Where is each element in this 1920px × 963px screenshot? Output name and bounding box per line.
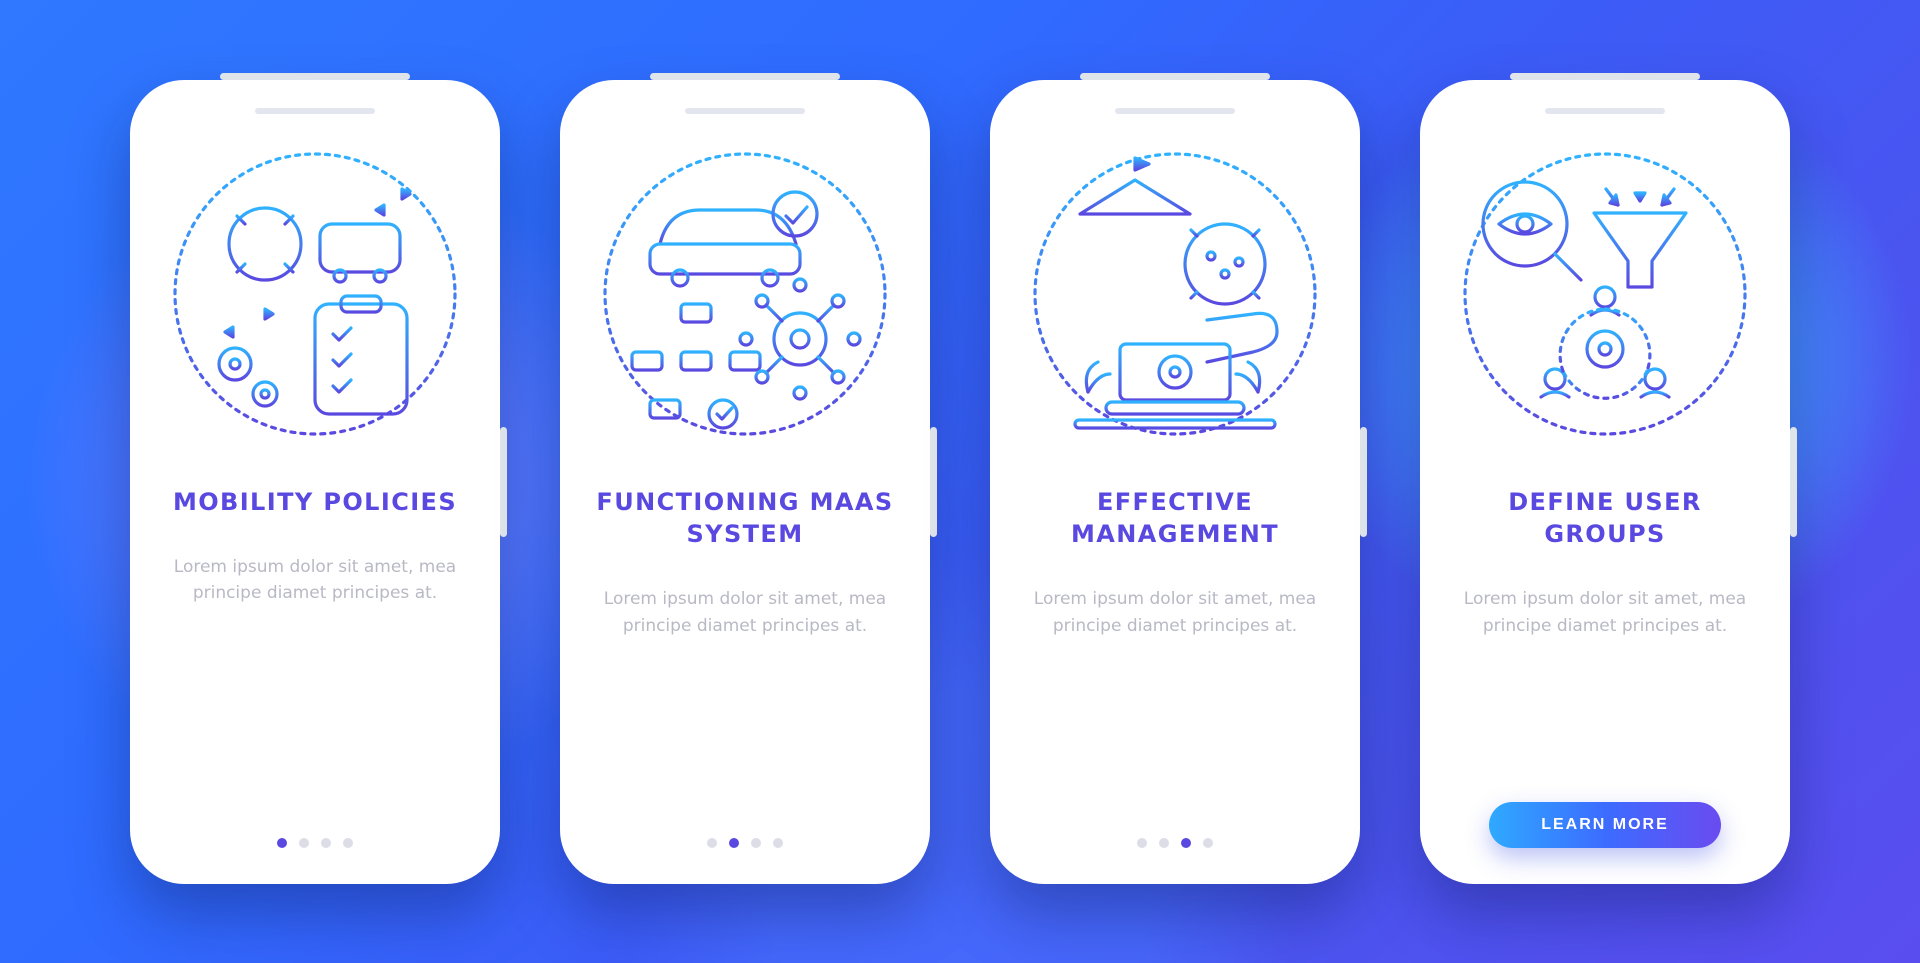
page-dot[interactable]: [1159, 838, 1169, 848]
page-dot[interactable]: [277, 838, 287, 848]
phone-notch: [685, 108, 805, 114]
mobility-policies-icon: [165, 144, 465, 444]
page-dot[interactable]: [751, 838, 761, 848]
onboarding-screen-mobility-policies: MOBILITY POLICIES Lorem ipsum dolor sit …: [130, 80, 500, 884]
page-dot[interactable]: [1137, 838, 1147, 848]
effective-management-icon: [1025, 144, 1325, 444]
page-dot[interactable]: [1181, 838, 1191, 848]
screen-title: MOBILITY POLICIES: [173, 486, 457, 518]
onboarding-screen-effective-management: EFFECTIVE MANAGEMENT Lorem ipsum dolor s…: [990, 80, 1360, 884]
screen-description: Lorem ipsum dolor sit amet, mea principe…: [584, 586, 906, 639]
screen-description: Lorem ipsum dolor sit amet, mea principe…: [154, 554, 476, 607]
page-dot[interactable]: [1203, 838, 1213, 848]
screen-title: DEFINE USER GROUPS: [1444, 486, 1766, 551]
screen-description: Lorem ipsum dolor sit amet, mea principe…: [1014, 586, 1336, 639]
phone-notch: [1115, 108, 1235, 114]
page-indicator: [1137, 838, 1213, 848]
learn-more-button[interactable]: LEARN MORE: [1489, 802, 1721, 848]
page-dot[interactable]: [343, 838, 353, 848]
screen-title: FUNCTIONING MAAS SYSTEM: [584, 486, 906, 551]
define-user-groups-icon: [1455, 144, 1755, 444]
onboarding-screen-define-user-groups: DEFINE USER GROUPS Lorem ipsum dolor sit…: [1420, 80, 1790, 884]
functioning-maas-icon: [595, 144, 895, 444]
onboarding-carousel-stage: MOBILITY POLICIES Lorem ipsum dolor sit …: [0, 0, 1920, 963]
page-indicator: [277, 838, 353, 848]
onboarding-screen-functioning-maas: FUNCTIONING MAAS SYSTEM Lorem ipsum dolo…: [560, 80, 930, 884]
page-dot[interactable]: [299, 838, 309, 848]
phone-notch: [255, 108, 375, 114]
screen-description: Lorem ipsum dolor sit amet, mea principe…: [1444, 586, 1766, 639]
screen-title: EFFECTIVE MANAGEMENT: [1014, 486, 1336, 551]
page-dot[interactable]: [321, 838, 331, 848]
page-indicator: [707, 838, 783, 848]
page-dot[interactable]: [773, 838, 783, 848]
page-dot[interactable]: [729, 838, 739, 848]
phone-notch: [1545, 108, 1665, 114]
page-dot[interactable]: [707, 838, 717, 848]
